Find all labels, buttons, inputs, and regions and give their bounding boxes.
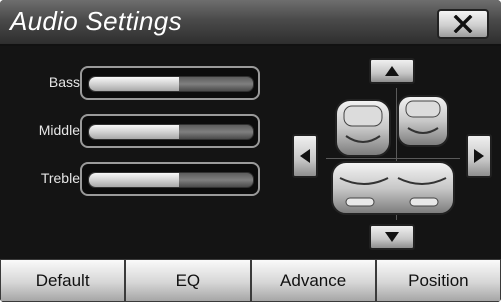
middle-slider-track[interactable] <box>88 124 254 140</box>
car-seats-icon <box>331 95 455 215</box>
treble-slider-track[interactable] <box>88 172 254 188</box>
front-left-seat-icon <box>335 99 391 157</box>
move-up-button[interactable] <box>369 58 415 84</box>
treble-slider-row: Treble <box>0 162 270 196</box>
bass-slider-track[interactable] <box>88 76 254 92</box>
middle-slider-fill <box>89 125 180 139</box>
arrow-left-icon <box>300 149 310 163</box>
arrow-down-icon <box>385 232 399 242</box>
treble-slider[interactable] <box>80 162 260 196</box>
close-button[interactable] <box>437 9 489 39</box>
move-down-button[interactable] <box>369 224 415 250</box>
arrow-right-icon <box>474 149 484 163</box>
middle-label: Middle <box>38 122 80 138</box>
bass-slider[interactable] <box>80 66 260 100</box>
middle-slider[interactable] <box>80 114 260 148</box>
middle-slider-row: Middle <box>0 114 270 148</box>
tab-position[interactable]: Position <box>375 259 501 302</box>
bottom-tab-bar: Default EQ Advance Position <box>0 259 501 302</box>
treble-slider-fill <box>89 173 180 187</box>
window-title: Audio Settings <box>10 6 182 36</box>
move-left-button[interactable] <box>292 134 318 178</box>
position-panel <box>286 46 501 259</box>
tab-eq[interactable]: EQ <box>125 259 251 302</box>
bass-slider-fill <box>89 77 180 91</box>
tab-advance[interactable]: Advance <box>250 259 376 302</box>
treble-label: Treble <box>40 170 80 186</box>
title-bar: Audio Settings <box>0 0 501 46</box>
move-right-button[interactable] <box>466 134 492 178</box>
front-right-seat-icon <box>397 95 449 147</box>
arrow-up-icon <box>385 66 399 76</box>
bass-slider-row: Bass <box>0 66 270 100</box>
close-icon <box>453 15 473 33</box>
tab-default[interactable]: Default <box>0 259 126 302</box>
bass-label: Bass <box>48 74 80 90</box>
main-panel: Bass Middle Treble <box>0 46 501 259</box>
rear-seat-icon <box>331 161 455 215</box>
audio-settings-window: Audio Settings Bass Middle Treble Defaul… <box>0 0 501 302</box>
